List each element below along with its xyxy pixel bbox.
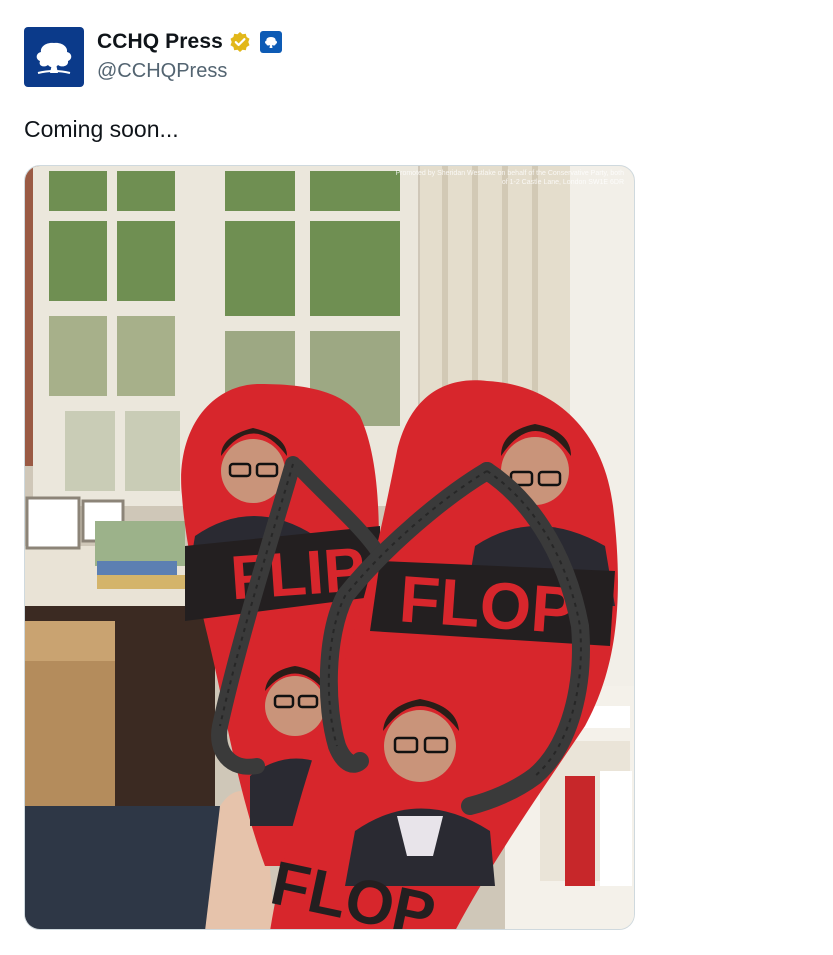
flip-flop-photo: FLIP FLOP FLOP xyxy=(25,166,634,929)
tweet-image[interactable]: FLIP FLOP FLOP Promoted by Sheridan West… xyxy=(24,165,635,930)
promoted-by-imprint: Promoted by Sheridan Westlake on behalf … xyxy=(395,170,624,186)
affiliate-badge-icon[interactable] xyxy=(259,31,282,53)
right-sandal-text: FLOP xyxy=(397,561,578,647)
display-name[interactable]: CCHQ Press xyxy=(97,30,223,54)
gold-verified-badge-icon[interactable] xyxy=(229,31,251,53)
avatar[interactable] xyxy=(24,27,84,87)
oak-tree-logo-icon xyxy=(36,42,72,74)
name-row: CCHQ Press xyxy=(97,30,282,54)
tweet: CCHQ Press @CCHQPress Coming soon... FLI… xyxy=(0,0,833,955)
tweet-text: Coming soon... xyxy=(24,116,179,142)
account-handle[interactable]: @CCHQPress xyxy=(97,60,227,83)
